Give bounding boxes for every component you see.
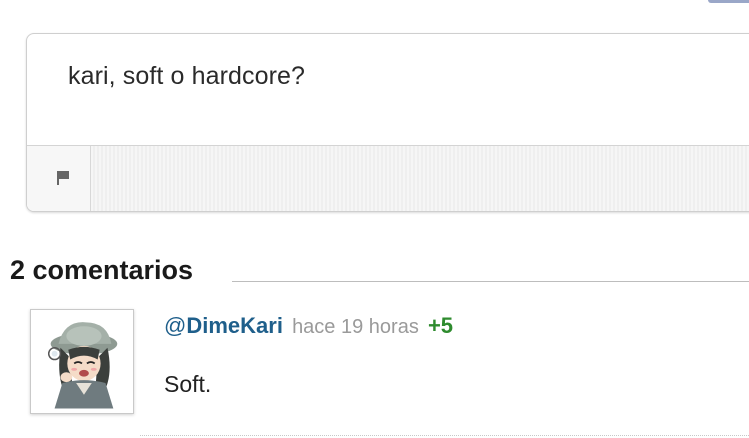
question-card: kari, soft o hardcore? xyxy=(26,33,749,212)
author-name: DimeKari xyxy=(186,313,283,338)
question-text: kari, soft o hardcore? xyxy=(68,62,306,90)
question-actions-bar xyxy=(27,145,749,211)
avatar[interactable] xyxy=(30,309,134,414)
top-accent-bar xyxy=(708,0,749,3)
comments-section-title: 2 comentarios xyxy=(10,255,194,285)
flag-icon[interactable] xyxy=(57,171,69,185)
comment-meta: @DimeKari hace 19 horas +5 xyxy=(164,313,453,339)
author-link[interactable]: @DimeKari xyxy=(164,313,283,338)
comment-item: @DimeKari hace 19 horas +5 Soft. xyxy=(30,309,749,438)
flag-button[interactable] xyxy=(27,146,91,211)
comment-score[interactable]: +5 xyxy=(428,313,453,338)
comment-body: Soft. xyxy=(164,371,212,397)
author-at-sign: @ xyxy=(164,313,187,338)
anime-character-avatar-icon xyxy=(35,314,129,409)
comment-divider xyxy=(140,435,749,436)
section-divider xyxy=(232,281,749,282)
comment-timestamp: hace 19 horas xyxy=(292,316,419,338)
